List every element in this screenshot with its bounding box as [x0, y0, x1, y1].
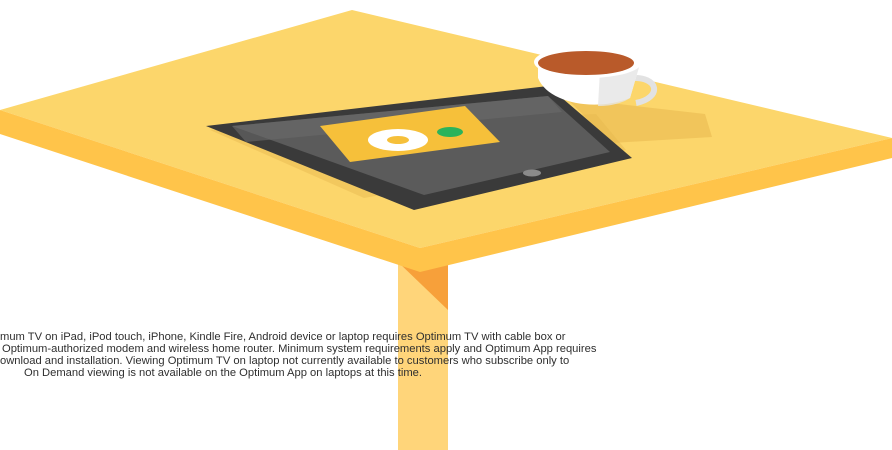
- disclaimer-text: mum TV on iPad, iPod touch, iPhone, Kind…: [0, 331, 760, 408]
- green-indicator-icon: [437, 127, 463, 137]
- disclaimer-line: mum TV on iPad, iPod touch, iPhone, Kind…: [0, 331, 566, 343]
- disclaimer-line: On Demand viewing is not available on th…: [24, 367, 422, 379]
- home-button-icon: [523, 169, 541, 177]
- play-icon: [368, 129, 428, 151]
- disclaimer-line: Optimum-authorized modem and wireless ho…: [2, 343, 597, 355]
- disclaimer-line: ownload and installation. Viewing Optimu…: [0, 355, 570, 367]
